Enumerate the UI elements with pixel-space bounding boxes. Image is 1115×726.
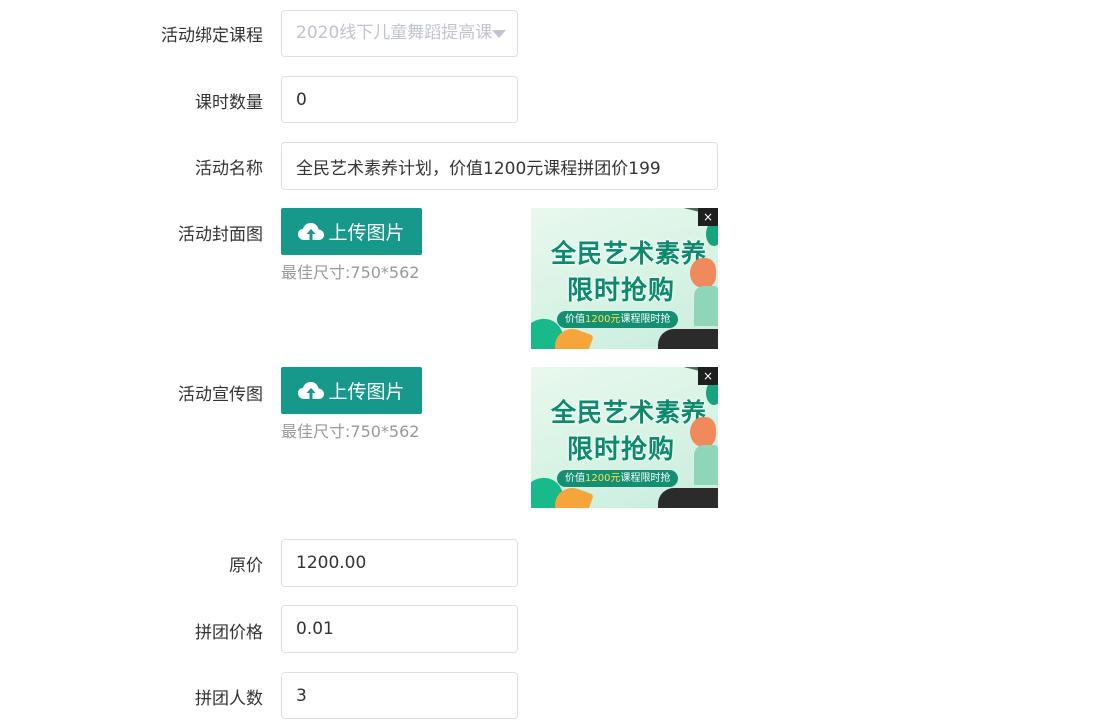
promo-banner-title: 全民艺术素养 [550,398,707,427]
activity-name-input[interactable] [281,142,718,190]
cover-upload-button[interactable]: 上传图片 [281,208,422,255]
promo-hint: 最佳尺寸:750*562 [281,422,420,441]
promo-image-preview: 全民艺术素养 限时抢购 价值1200元课程限时抢 × [531,367,718,508]
promo-banner-pill: 价值1200元课程限时抢 [557,470,679,487]
person-illustration [690,258,716,288]
cloud-upload-icon [298,222,325,240]
close-icon[interactable]: × [698,367,718,385]
name-label: 活动名称 [195,159,263,179]
group-price-input[interactable] [281,605,518,653]
person-body-illustration [694,286,718,326]
cover-banner-pill: 价值1200元课程限时抢 [557,311,679,328]
course-select-value[interactable]: 2020线下儿童舞蹈提高课 [281,10,518,57]
person-illustration [690,417,716,447]
promo-upload-button[interactable]: 上传图片 [281,367,422,414]
promo-banner-subtitle: 限时抢购 [566,435,675,465]
cover-label: 活动封面图 [178,225,263,245]
caret-down-icon [492,30,506,38]
group-price-label: 拼团价格 [195,623,263,643]
course-select[interactable]: 2020线下儿童舞蹈提高课 [281,10,518,57]
promo-label: 活动宣传图 [178,385,263,405]
person-leg-illustration [658,329,718,349]
promo-upload-label: 上传图片 [328,381,405,403]
cover-hint: 最佳尺寸:750*562 [281,263,420,282]
group-size-label: 拼团人数 [195,689,263,709]
group-size-input[interactable] [281,672,518,719]
cloud-upload-icon [298,381,325,399]
cover-upload-label: 上传图片 [328,222,405,244]
cover-banner-subtitle: 限时抢购 [566,276,675,306]
person-leg-illustration [658,488,718,508]
lessons-input[interactable] [281,76,518,123]
close-icon[interactable]: × [698,208,718,226]
original-price-label: 原价 [229,556,263,576]
cover-banner-title: 全民艺术素养 [550,239,707,268]
lessons-label: 课时数量 [195,93,263,113]
course-label: 活动绑定课程 [161,26,263,46]
cover-image-preview: 全民艺术素养 限时抢购 价值1200元课程限时抢 × [531,208,718,349]
person-body-illustration [694,445,718,485]
original-price-input[interactable] [281,539,518,587]
